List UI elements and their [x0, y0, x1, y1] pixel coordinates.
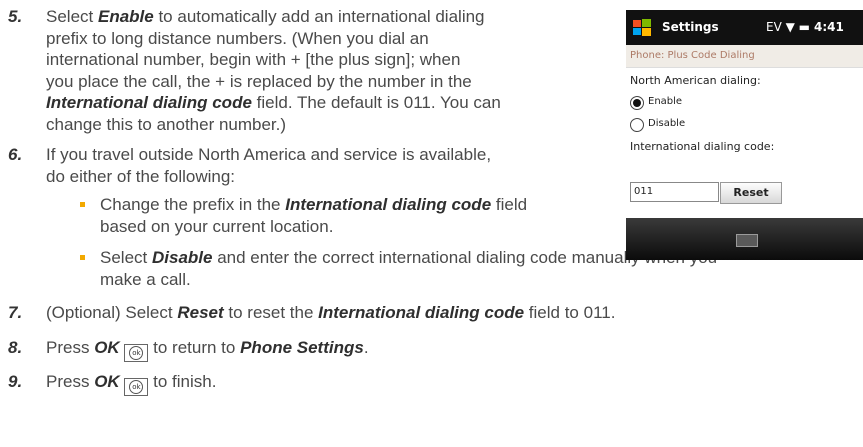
- windows-logo-icon: [633, 19, 651, 36]
- enable-radio-label[interactable]: Enable: [648, 96, 682, 107]
- phone-subtitle: Phone: Plus Code Dialing: [626, 45, 863, 68]
- step-text-line: Press OK ok to return to Phone Settings.: [46, 337, 369, 362]
- step-text-line: you place the call, the + is replaced by…: [46, 71, 472, 91]
- bullet-text-line: Select Disable and enter the correct int…: [100, 248, 718, 267]
- keyboard-icon[interactable]: [736, 234, 758, 247]
- bullet-text-line: Change the prefix in the International d…: [100, 195, 528, 214]
- step-text-line: Press OK ok to finish.: [46, 371, 216, 396]
- ok-key-icon: ok: [124, 378, 149, 396]
- phone-menu-bar: [626, 218, 863, 260]
- status-indicators-icon: EV ▼ ▬: [766, 20, 810, 34]
- step-text-line: (Optional) Select Reset to reset the Int…: [46, 303, 616, 322]
- step-text-line: do either of the following:: [46, 166, 236, 186]
- step-text-line: If you travel outside North America and …: [46, 145, 492, 164]
- step-text-line: Select Enable to automatically add an in…: [46, 7, 485, 26]
- step-text-line: International dialing code field. The de…: [46, 93, 501, 112]
- step-text-line: change this to another number.): [46, 114, 287, 134]
- step-number: 7.: [8, 303, 23, 322]
- disable-radio-label[interactable]: Disable: [648, 118, 685, 129]
- phone-title: Settings: [662, 20, 719, 34]
- intl-code-input[interactable]: 011: [630, 182, 719, 202]
- enable-radio[interactable]: [630, 96, 644, 110]
- bullet-marker: [80, 255, 85, 260]
- step-number: 8.: [8, 338, 23, 357]
- phone-title-bar: Settings EV ▼ ▬ 4:41: [626, 10, 863, 45]
- ok-key-icon: ok: [124, 344, 149, 362]
- disable-radio[interactable]: [630, 118, 644, 132]
- reset-button[interactable]: Reset: [720, 182, 782, 204]
- phone-content: North American dialing: Enable Disable I…: [626, 68, 863, 218]
- north-american-label: North American dialing:: [630, 74, 761, 87]
- phone-time: 4:41: [814, 20, 844, 34]
- bullet-text-line: based on your current location.: [100, 216, 334, 236]
- bullet-text-line: make a call.: [100, 269, 191, 289]
- bullet-marker: [80, 202, 85, 207]
- step-number: 6.: [8, 145, 23, 164]
- phone-screenshot: Settings EV ▼ ▬ 4:41 Phone: Plus Code Di…: [626, 10, 863, 260]
- step-text-line: prefix to long distance numbers. (When y…: [46, 28, 429, 48]
- step-text-line: international number, begin with + [the …: [46, 50, 461, 69]
- step-number: 9.: [8, 372, 23, 391]
- step-number: 5.: [8, 7, 23, 26]
- intl-code-label: International dialing code:: [630, 140, 775, 153]
